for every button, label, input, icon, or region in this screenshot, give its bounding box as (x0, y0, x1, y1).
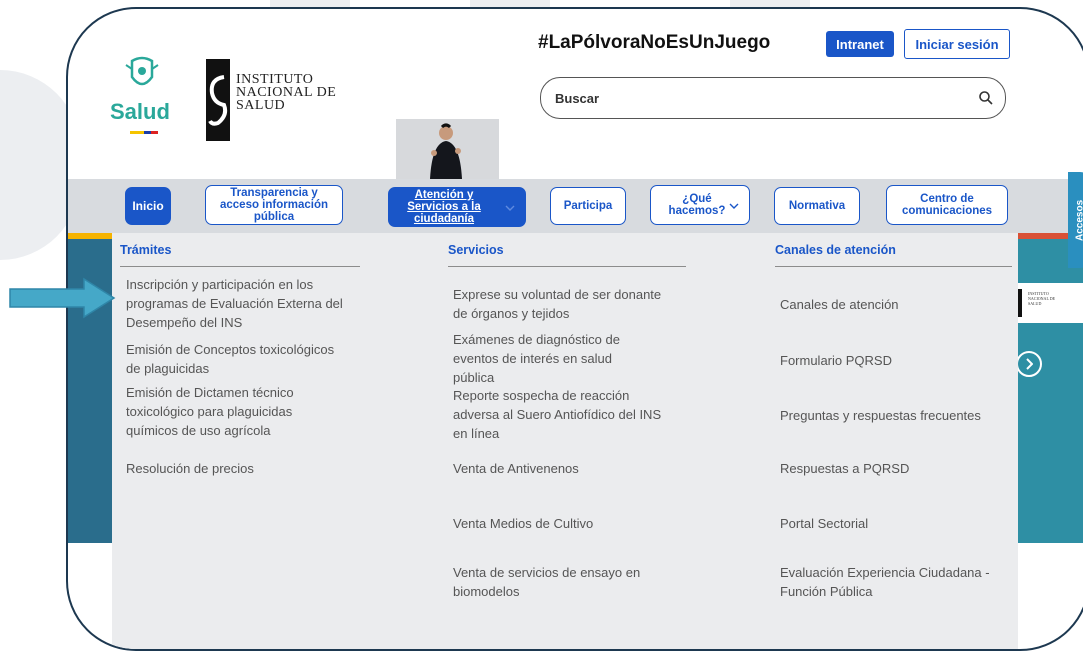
campaign-hashtag[interactable]: #LaPólvoraNoEsUnJuego (538, 32, 770, 54)
nav-que-hacemos[interactable]: ¿Qué hacemos? (650, 185, 750, 225)
search-box[interactable]: Buscar (540, 77, 1006, 119)
salud-logo-text: Salud (110, 99, 170, 124)
banner-ins-text: Instituto Nacional de Salud (1028, 291, 1056, 306)
column-divider (448, 266, 686, 267)
ins-emblem-icon (206, 59, 230, 141)
flag-stripe (130, 131, 158, 134)
banner-ins-emblem (1018, 289, 1022, 317)
annotation-arrow (9, 277, 116, 319)
tramite-item[interactable]: Emisión de Conceptos toxicológicos de pl… (126, 340, 346, 378)
column-title-tramites: Trámites (120, 243, 172, 257)
servicio-item[interactable]: Exprese su voluntad de ser donante de ór… (453, 285, 663, 323)
canal-item[interactable]: Evaluación Experiencia Ciudadana - Funci… (780, 563, 1016, 601)
servicio-item[interactable]: Venta de Antivenenos (453, 459, 683, 478)
banner-ins-logo: Instituto Nacional de Salud (1018, 283, 1083, 323)
nav-centro-comunicaciones[interactable]: Centro de comunicaciones (886, 185, 1008, 225)
chevron-right-icon (1026, 358, 1033, 370)
servicio-item[interactable]: Venta Medios de Cultivo (453, 514, 683, 533)
column-title-canales: Canales de atención (775, 243, 896, 257)
sign-language-video[interactable] (396, 119, 499, 179)
canal-item[interactable]: Respuestas a PQRSD (780, 459, 1010, 478)
column-title-servicios: Servicios (448, 243, 504, 257)
dropdown-menu: Trámites Inscripción y participación en … (112, 233, 1018, 649)
ins-logo[interactable]: Instituto Nacional de Salud (206, 59, 366, 141)
browser-frame: Salud Instituto Nacional de Salud #LaPól… (66, 7, 1083, 651)
salud-logo[interactable]: Salud (110, 55, 174, 143)
ins-logo-text: Instituto Nacional de Salud (236, 72, 337, 113)
nav-transparencia[interactable]: Transparencia y acceso información públi… (205, 185, 343, 225)
coat-of-arms-icon (125, 56, 159, 86)
nav-inicio[interactable]: Inicio (125, 187, 171, 225)
chevron-down-icon (505, 205, 515, 211)
column-divider (120, 266, 360, 267)
interpreter-figure-icon (430, 123, 462, 179)
nav-atencion[interactable]: Atención y Servicios a la ciudadanía (388, 187, 526, 227)
canal-item[interactable]: Canales de atención (780, 295, 1010, 314)
servicio-item[interactable]: Venta de servicios de ensayo en biomodel… (453, 563, 693, 601)
tramite-item[interactable]: Resolución de precios (126, 459, 376, 478)
carousel-next-button[interactable] (1016, 351, 1042, 377)
tramite-item[interactable]: Emisión de Dictamen técnico toxicológico… (126, 383, 336, 440)
login-button[interactable]: Iniciar sesión (904, 29, 1010, 59)
canal-item[interactable]: Formulario PQRSD (780, 351, 1010, 370)
search-icon[interactable] (979, 91, 993, 105)
canal-item[interactable]: Preguntas y respuestas frecuentes (780, 406, 1016, 425)
nav-participa[interactable]: Participa (550, 187, 626, 225)
search-placeholder: Buscar (555, 90, 600, 106)
chevron-down-icon (729, 203, 739, 209)
servicio-item[interactable]: Reporte sospecha de reacción adversa al … (453, 386, 673, 443)
accesos-tab[interactable]: Accesos (1068, 172, 1083, 268)
canal-item[interactable]: Portal Sectorial (780, 514, 1010, 533)
tramite-item[interactable]: Inscripción y participación en los progr… (126, 275, 376, 332)
nav-normativa[interactable]: Normativa (774, 187, 860, 225)
servicio-item[interactable]: Exámenes de diagnóstico de eventos de in… (453, 330, 653, 387)
banner-right-strip: Instituto Nacional de Salud (1016, 233, 1083, 543)
column-divider (775, 266, 1012, 267)
intranet-button[interactable]: Intranet (826, 31, 894, 57)
